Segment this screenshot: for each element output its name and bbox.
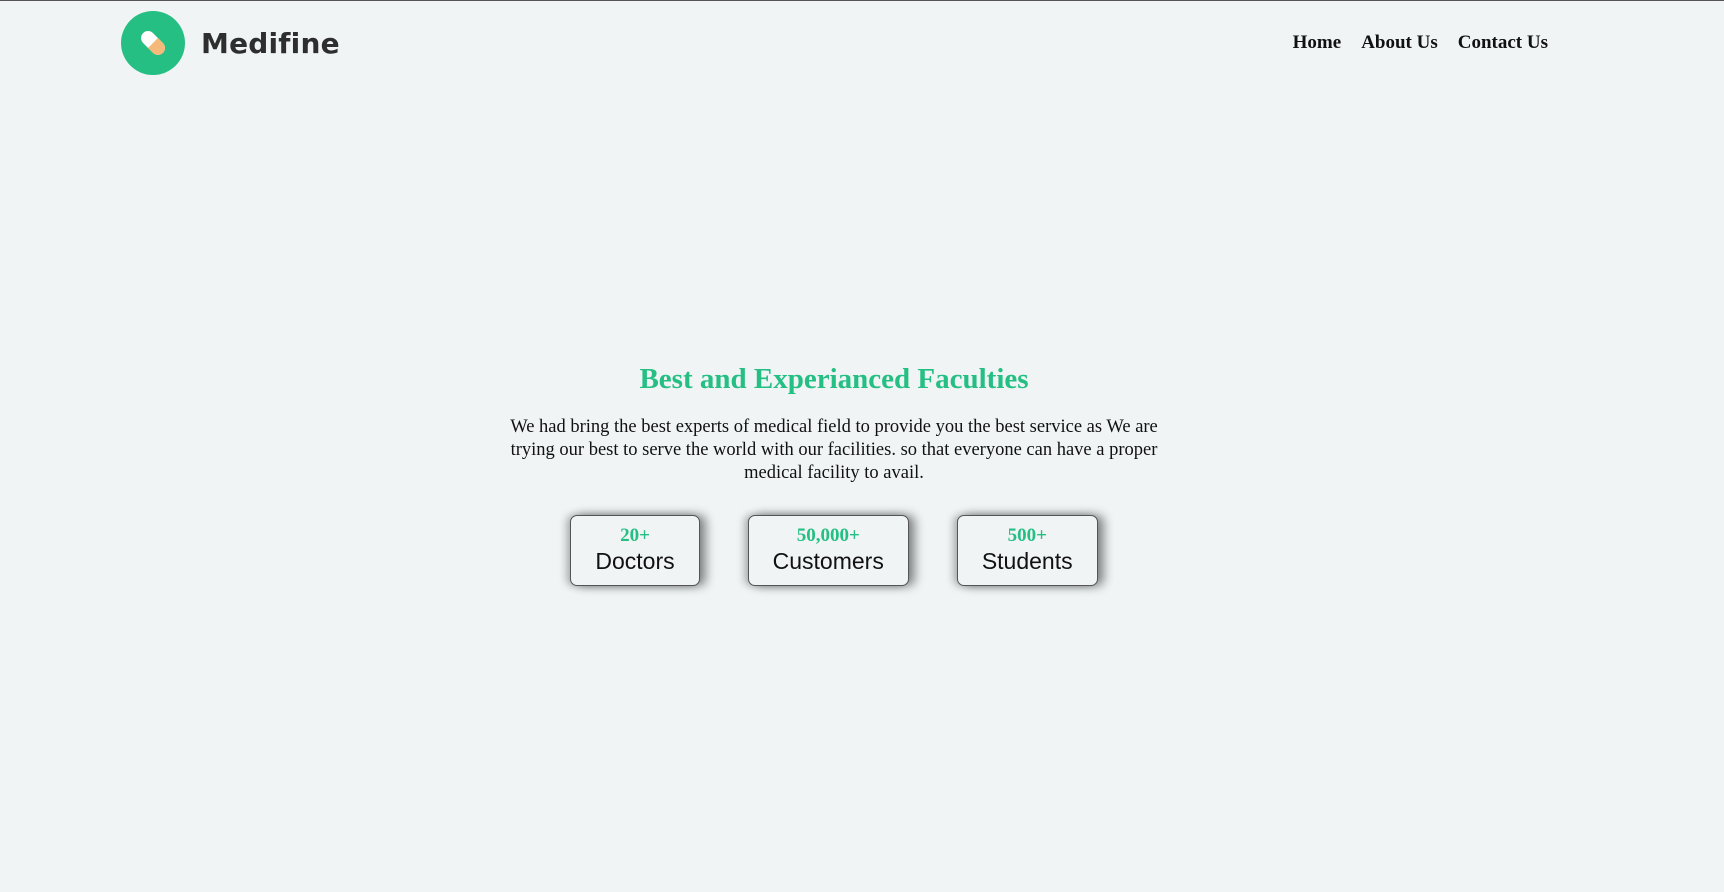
hero-title: Best and Experianced Faculties (639, 363, 1029, 395)
stat-card-doctors: 20+ Doctors (570, 515, 700, 586)
stat-card-customers: 50,000+ Customers (747, 515, 909, 586)
nav-contact-link[interactable]: Contact Us (1458, 32, 1548, 54)
stat-value: 20+ (620, 525, 650, 546)
logo-link[interactable]: Medifine (121, 11, 340, 75)
stat-label: Customers (772, 548, 884, 574)
stats-row: 20+ Doctors 50,000+ Customers 500+ Stude… (0, 515, 1668, 586)
pill-icon (141, 31, 165, 55)
hero-description: We had bring the best experts of medical… (510, 417, 1158, 483)
nav-home-link[interactable]: Home (1293, 32, 1342, 54)
stat-label: Students (981, 548, 1073, 574)
main-nav: Home About Us Contact Us (1273, 32, 1548, 54)
nav-about-link[interactable]: About Us (1361, 32, 1438, 54)
stat-value: 500+ (1007, 525, 1047, 546)
brand-name: Medifine (201, 26, 340, 60)
hero-section: Best and Experianced Faculties We had br… (0, 363, 1668, 586)
stat-value: 50,000+ (796, 525, 860, 546)
stat-label: Doctors (595, 548, 675, 574)
stat-card-students: 500+ Students (956, 515, 1098, 586)
logo-circle (121, 11, 185, 75)
